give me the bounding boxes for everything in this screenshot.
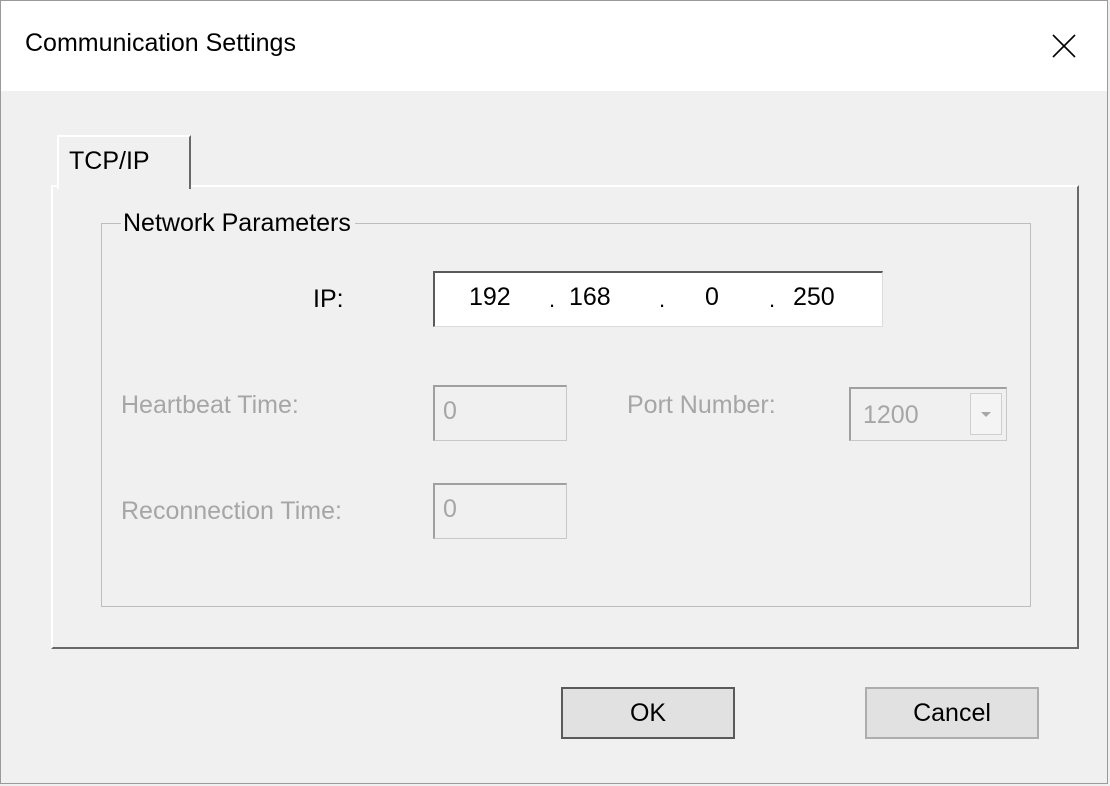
port-number-value: 1200 <box>863 401 919 429</box>
ip-octet-3[interactable]: 0 <box>705 283 719 312</box>
ip-octet-1[interactable]: 192 <box>469 283 511 312</box>
close-icon <box>1052 34 1076 58</box>
heartbeat-time-label: Heartbeat Time: <box>121 391 299 419</box>
cancel-button[interactable]: Cancel <box>865 687 1039 739</box>
ip-separator: . <box>659 287 666 312</box>
port-number-label: Port Number: <box>627 391 776 419</box>
communication-settings-dialog: Communication Settings TCP/IP Network Pa… <box>0 0 1108 784</box>
ip-octet-2[interactable]: 168 <box>569 283 611 312</box>
tab-tcpip[interactable]: TCP/IP <box>57 135 191 189</box>
group-label: Network Parameters <box>121 209 355 238</box>
reconnection-time-value: 0 <box>443 495 457 523</box>
tab-label: TCP/IP <box>69 147 150 175</box>
close-button[interactable] <box>1021 1 1107 91</box>
chevron-down-icon <box>981 412 991 417</box>
heartbeat-time-field[interactable]: 0 <box>433 385 567 441</box>
reconnection-time-field[interactable]: 0 <box>433 483 567 539</box>
reconnection-time-label: Reconnection Time: <box>121 497 342 525</box>
ip-address-input[interactable]: 192 . 168 . 0 . 250 <box>433 271 883 327</box>
ip-octet-4[interactable]: 250 <box>793 283 835 312</box>
ok-button[interactable]: OK <box>561 687 735 739</box>
port-dropdown-button[interactable] <box>970 393 1002 435</box>
heartbeat-time-value: 0 <box>443 397 457 425</box>
port-number-select[interactable]: 1200 <box>849 387 1007 441</box>
dialog-title: Communication Settings <box>25 29 296 57</box>
ip-label: IP: <box>313 285 344 313</box>
ip-separator: . <box>769 287 776 312</box>
ip-separator: . <box>549 287 556 312</box>
title-bar: Communication Settings <box>1 1 1107 91</box>
